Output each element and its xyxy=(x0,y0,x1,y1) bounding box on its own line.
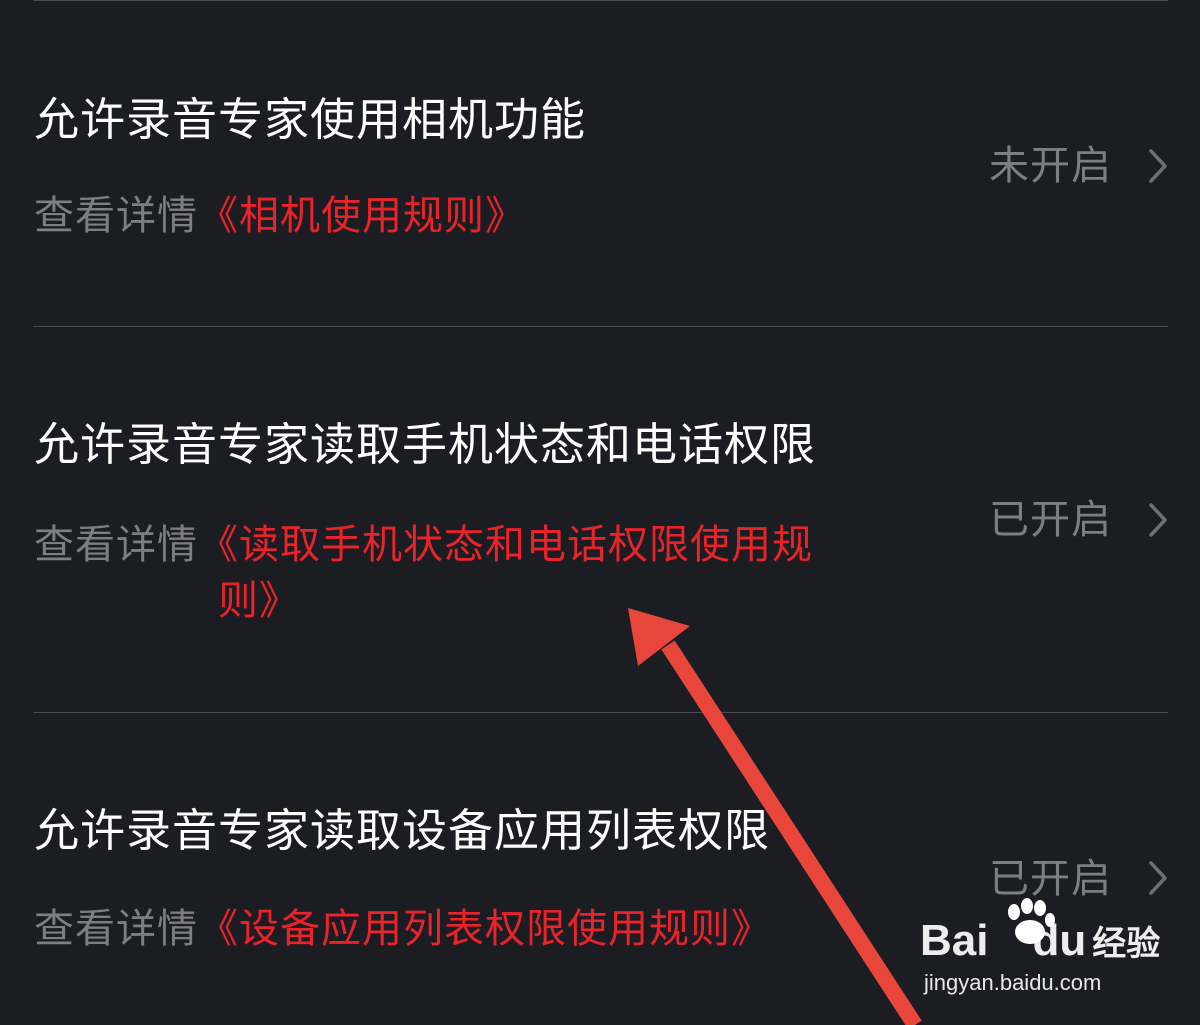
permission-detail: 查看详情《设备应用列表权限使用规则》 xyxy=(34,897,772,961)
chevron-right-icon xyxy=(1149,149,1167,183)
permission-title: 允许录音专家读取手机状态和电话权限 xyxy=(34,418,817,471)
permission-title: 允许录音专家使用相机功能 xyxy=(34,93,587,146)
app-list-rules-link[interactable]: 《设备应用列表权限使用规则》 xyxy=(198,906,772,952)
detail-prefix: 查看详情 xyxy=(34,522,198,568)
permission-status: 未开启 xyxy=(989,143,1112,189)
chevron-right-icon xyxy=(1149,861,1167,895)
phone-state-rules-link-continued[interactable]: 则》 xyxy=(218,569,300,633)
camera-rules-link[interactable]: 《相机使用规则》 xyxy=(198,193,526,239)
chevron-right-icon xyxy=(1149,503,1167,537)
watermark-logo: Bai du 经验 xyxy=(920,916,1161,965)
permission-status: 已开启 xyxy=(989,497,1112,543)
permission-title: 允许录音专家读取设备应用列表权限 xyxy=(34,804,771,857)
watermark-url: jingyan.baidu.com xyxy=(924,970,1102,995)
baidu-jingyan-watermark: Bai du 经验 jingyan.baidu.com xyxy=(920,898,1160,1008)
permission-detail: 查看详情《读取手机状态和电话权限使用规 则》 xyxy=(34,513,813,624)
permission-item-camera[interactable]: 允许录音专家使用相机功能 查看详情《相机使用规则》 未开启 xyxy=(0,0,1200,326)
detail-prefix: 查看详情 xyxy=(34,906,198,952)
permission-detail: 查看详情《相机使用规则》 xyxy=(34,184,526,248)
phone-state-rules-link[interactable]: 《读取手机状态和电话权限使用规 xyxy=(198,522,813,568)
permission-item-phone-state[interactable]: 允许录音专家读取手机状态和电话权限 查看详情《读取手机状态和电话权限使用规 则》… xyxy=(0,327,1200,712)
detail-prefix: 查看详情 xyxy=(34,193,198,239)
